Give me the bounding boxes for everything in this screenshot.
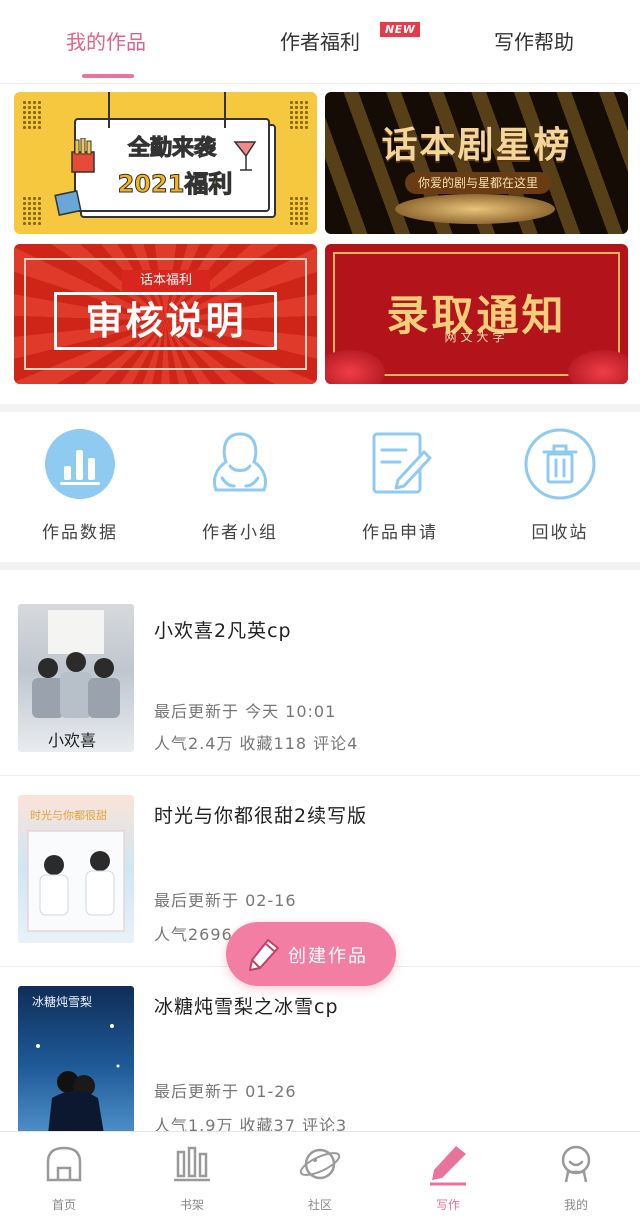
svg-text:时光与你都很甜: 时光与你都很甜: [30, 808, 107, 822]
quick-action-label: 作品申请: [362, 523, 438, 543]
cover-illustration: 时光与你都很甜: [27, 808, 125, 932]
top-tab-bar: 我的作品 作者福利 NEW 写作帮助: [0, 0, 640, 84]
edit-document-icon: [372, 432, 432, 494]
dot-pattern: [289, 100, 309, 130]
cover-illustration: 小欢喜: [32, 610, 120, 750]
pencil-icon: [249, 939, 279, 971]
nav-write[interactable]: 写作: [408, 1142, 488, 1213]
nav-label: 书架: [179, 1198, 204, 1212]
quick-action-label: 回收站: [531, 523, 589, 543]
nav-label: 首页: [51, 1198, 76, 1212]
nav-bookshelf[interactable]: 书架: [152, 1142, 232, 1213]
banner-subtitle: 网文大学: [444, 330, 509, 344]
group-icon: [212, 432, 268, 492]
section-divider: [0, 562, 640, 570]
nav-me[interactable]: 我的: [536, 1142, 616, 1213]
banner-line-2: 2021福利: [117, 170, 233, 199]
nav-home[interactable]: 首页: [24, 1142, 104, 1213]
pen-icon: [430, 1146, 466, 1186]
new-badge: NEW: [380, 22, 421, 37]
work-item[interactable]: 冰糖炖雪梨 冰糖炖雪梨之冰雪cp 最后更新于 01-26 人气1.9万 收藏37…: [0, 968, 640, 1158]
planet-icon: [299, 1148, 341, 1180]
quick-action-label: 作者小组: [202, 523, 278, 543]
tab-my-works[interactable]: 我的作品: [56, 26, 156, 54]
work-item[interactable]: 小欢喜 小欢喜2凡英cp 最后更新于 今天 10:01 人气2.4万 收藏118…: [0, 586, 640, 776]
banner-attendance-bonus[interactable]: 全勤来袭 2021福利: [14, 92, 317, 234]
banner-line-1: 全勤来袭: [127, 136, 216, 162]
work-updated: 最后更新于 01-26: [154, 1082, 297, 1101]
banner-admission-notice[interactable]: 录取通知 网文大学: [325, 244, 628, 384]
nav-label: 我的: [563, 1198, 588, 1212]
dot-pattern: [289, 196, 309, 226]
section-divider: [0, 404, 640, 412]
svg-text:小欢喜: 小欢喜: [48, 731, 96, 750]
create-work-label: 创建作品: [288, 946, 368, 967]
dot-pattern: [22, 100, 42, 130]
bookshelf-icon: [174, 1146, 210, 1182]
work-updated: 最后更新于 02-16: [154, 891, 297, 910]
hanging-string: [224, 92, 226, 128]
profile-icon: [561, 1145, 591, 1183]
banner-subtitle: 你爱的剧与星都在这里: [405, 172, 551, 194]
cover-illustration: 冰糖炖雪梨: [32, 994, 120, 1134]
tab-author-benefits[interactable]: 作者福利: [270, 26, 370, 54]
dot-pattern: [22, 196, 42, 226]
book-icon: [54, 190, 82, 216]
banner-title: 话本剧星榜: [381, 125, 572, 166]
trash-icon: [524, 428, 596, 500]
work-cover-image: 冰糖炖雪梨: [18, 986, 134, 1134]
banner-title: 审核说明: [54, 292, 277, 350]
nav-label: 社区: [307, 1198, 332, 1212]
work-updated: 最后更新于 今天 10:01: [154, 702, 337, 721]
tab-writing-help[interactable]: 写作帮助: [484, 26, 584, 54]
bottom-nav: 首页 书架 社区 写作 我的: [0, 1131, 640, 1221]
quick-action-work-application[interactable]: 作品申请: [340, 428, 460, 543]
bar-chart-icon: [45, 429, 115, 499]
work-stats: 人气2.4万 收藏118 评论4: [154, 734, 359, 753]
active-tab-indicator: [82, 74, 134, 78]
banner-review-guide[interactable]: 话本福利 审核说明: [14, 244, 317, 384]
stage-podium: [395, 194, 555, 224]
work-title: 冰糖炖雪梨之冰雪cp: [154, 996, 339, 1018]
work-title: 时光与你都很甜2续写版: [154, 805, 368, 827]
svg-text:冰糖炖雪梨: 冰糖炖雪梨: [32, 994, 92, 1009]
create-work-button[interactable]: 创建作品: [226, 922, 396, 986]
nav-label: 写作: [435, 1198, 460, 1212]
work-cover-image: 时光与你都很甜: [18, 795, 134, 943]
quick-action-work-data[interactable]: 作品数据: [20, 428, 140, 543]
hanging-string: [108, 92, 110, 128]
work-title: 小欢喜2凡英cp: [154, 620, 292, 642]
quick-action-recycle-bin[interactable]: 回收站: [500, 428, 620, 543]
nav-community[interactable]: 社区: [280, 1142, 360, 1213]
quick-action-label: 作品数据: [42, 523, 118, 543]
banner-star-ranking[interactable]: 话本剧星榜 你爱的剧与星都在这里: [325, 92, 628, 234]
home-icon: [46, 1146, 82, 1182]
banner-subtitle: 话本福利: [122, 270, 210, 292]
work-cover-image: 小欢喜: [18, 604, 134, 752]
quick-action-author-group[interactable]: 作者小组: [180, 428, 300, 543]
